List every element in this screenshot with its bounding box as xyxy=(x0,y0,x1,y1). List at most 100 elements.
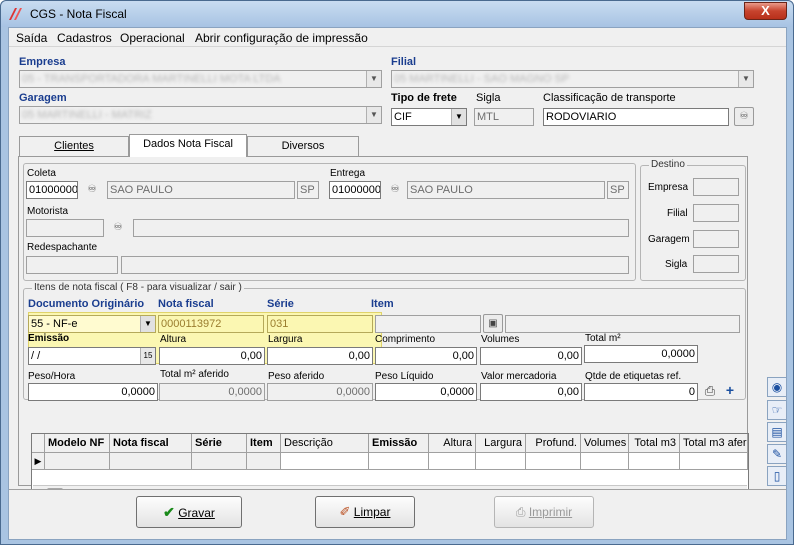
total-m2-aferido-label: Total m² aferido xyxy=(160,369,229,380)
table-cell[interactable] xyxy=(429,453,476,470)
binoculars-icon[interactable]: ♾ xyxy=(734,107,754,126)
tab-diversos[interactable]: Diversos xyxy=(247,136,359,156)
emissao-field[interactable]: / / 15 xyxy=(28,347,156,365)
coleta-city-field: SAO PAULO xyxy=(107,181,295,199)
table-cell[interactable] xyxy=(581,453,629,470)
window-title: CGS - Nota Fiscal xyxy=(30,7,127,21)
comprimento-field[interactable]: 0,00 xyxy=(375,347,477,365)
destino-empresa-label: Empresa xyxy=(648,182,689,193)
motorista-code-field[interactable] xyxy=(26,219,104,237)
serie-label: Série xyxy=(267,298,294,310)
menu-bar: Saída Cadastros Operacional Abrir config… xyxy=(9,28,786,47)
classificacao-field[interactable]: RODOVIARIO xyxy=(543,108,729,126)
menu-saida[interactable]: Saída xyxy=(16,31,47,45)
coleta-code-field[interactable]: 01000000 xyxy=(26,181,78,199)
empresa-select[interactable]: 05 - TRANSPORTADORA MARTINELLI MOTA LTDA… xyxy=(19,70,382,88)
item-description-field xyxy=(505,315,740,333)
menu-abrir-configuracao[interactable]: Abrir configuração de impressão xyxy=(195,31,368,45)
destino-garagem-field xyxy=(693,230,739,248)
title-bar: CGS - Nota Fiscal X xyxy=(1,1,793,27)
table-cell[interactable] xyxy=(526,453,581,470)
binoculars-icon[interactable]: ♾ xyxy=(385,181,405,200)
grid-col-altura[interactable]: Altura xyxy=(429,434,476,453)
peso-liquido-field[interactable]: 0,0000 xyxy=(375,383,477,401)
table-cell[interactable] xyxy=(369,453,429,470)
destino-filial-field xyxy=(693,204,739,222)
grid-col-largura[interactable]: Largura xyxy=(476,434,526,453)
largura-field[interactable]: 0,00 xyxy=(267,347,373,365)
row-pointer-icon: ▶ xyxy=(32,453,45,470)
itens-title: Itens de nota fiscal ( F8 - para visuali… xyxy=(32,282,244,293)
total-m2-aferido-field: 0,0000 xyxy=(159,383,265,401)
qtde-etiquetas-field[interactable]: 0 xyxy=(584,383,698,401)
limpar-button[interactable]: ✐ Limpar xyxy=(315,496,415,528)
globe-search-icon[interactable]: ◉ xyxy=(767,377,787,397)
filial-select[interactable]: 05 MARTINELLI - SAO MAGNO SP ▼ xyxy=(391,70,754,88)
sigla-label: Sigla xyxy=(476,92,501,104)
hand-pointer-icon[interactable]: ☞ xyxy=(767,400,787,420)
documento-originario-select[interactable]: 55 - NF-e ▼ xyxy=(28,315,156,333)
chevron-down-icon: ▼ xyxy=(738,71,753,87)
volumes-field[interactable]: 0,00 xyxy=(480,347,582,365)
garagem-select[interactable]: 05 MARTINELLI - MATRIZ ▼ xyxy=(19,106,382,124)
grid-col-volumes[interactable]: Volumes xyxy=(581,434,629,453)
item-label: Item xyxy=(371,298,394,310)
grid-col-total-m3-aferido[interactable]: Total m3 aferido xyxy=(680,434,748,453)
tipo-frete-select[interactable]: CIF ▼ xyxy=(391,108,467,126)
imprimir-button[interactable]: ⎙ Imprimir xyxy=(494,496,594,528)
tab-dados-nota-fiscal[interactable]: Dados Nota Fiscal xyxy=(129,134,247,157)
printer-icon[interactable]: ⎙ xyxy=(700,382,720,401)
grid-col-profund[interactable]: Profund. xyxy=(526,434,581,453)
serie-field[interactable]: 031 xyxy=(267,315,373,333)
menu-cadastros[interactable]: Cadastros xyxy=(57,31,112,45)
grid-col-total-m3[interactable]: Total m3 xyxy=(629,434,680,453)
binoculars-icon[interactable]: ♾ xyxy=(82,181,102,200)
nota-fiscal-field[interactable]: 0000113972 xyxy=(158,315,264,333)
document-list-icon[interactable]: ▤ xyxy=(767,422,787,442)
broom-icon: ✐ xyxy=(339,504,351,519)
total-m2-field[interactable]: 0,0000 xyxy=(584,345,698,363)
valor-mercadoria-field[interactable]: 0,00 xyxy=(480,383,582,401)
book-icon[interactable]: ▯ xyxy=(767,466,787,486)
qtde-etiquetas-label: Qtde de etiquetas ref. xyxy=(585,371,682,382)
grid-col-nota-fiscal[interactable]: Nota fiscal xyxy=(110,434,192,453)
coleta-uf-field: SP xyxy=(297,181,319,199)
binoculars-icon[interactable]: ♾ xyxy=(108,219,128,238)
redespachante-label: Redespachante xyxy=(27,242,98,253)
table-cell[interactable] xyxy=(281,453,369,470)
classificacao-label: Classificação de transporte xyxy=(543,92,676,104)
motorista-label: Motorista xyxy=(27,206,69,217)
table-cell[interactable] xyxy=(680,453,748,470)
table-cell[interactable] xyxy=(247,453,281,470)
calendar-icon[interactable]: 15 xyxy=(140,348,155,364)
table-cell[interactable] xyxy=(45,453,110,470)
printer-icon: ⎙ xyxy=(515,505,526,519)
gravar-button[interactable]: ✔ Gravar xyxy=(136,496,242,528)
table-cell[interactable] xyxy=(476,453,526,470)
entrega-uf-field: SP xyxy=(607,181,629,199)
chevron-down-icon: ▼ xyxy=(140,316,155,332)
print-preview-icon[interactable]: ▣ xyxy=(483,314,503,333)
tab-clientes[interactable]: Clientes xyxy=(19,136,129,156)
table-cell[interactable] xyxy=(629,453,680,470)
close-button[interactable]: X xyxy=(744,2,787,20)
table-cell[interactable] xyxy=(110,453,192,470)
peso-hora-field[interactable]: 0,0000 xyxy=(28,383,158,401)
documento-originario-label: Documento Originário xyxy=(28,298,145,310)
edit-icon[interactable]: ✎ xyxy=(767,444,787,464)
grid-col-descricao[interactable]: Descrição xyxy=(281,434,369,453)
grid-col-serie[interactable]: Série xyxy=(192,434,247,453)
redespachante-code-field[interactable] xyxy=(26,256,118,274)
grid-col-emissao[interactable]: Emissão xyxy=(369,434,429,453)
table-cell[interactable] xyxy=(192,453,247,470)
chevron-down-icon: ▼ xyxy=(451,109,466,125)
add-icon[interactable]: + xyxy=(720,382,740,401)
grid-col-item[interactable]: Item xyxy=(247,434,281,453)
item-field[interactable] xyxy=(375,315,481,333)
grid-col-modelo-nf[interactable]: Modelo NF xyxy=(45,434,110,453)
menu-operacional[interactable]: Operacional xyxy=(120,31,185,45)
altura-field[interactable]: 0,00 xyxy=(159,347,265,365)
entrega-code-field[interactable]: 01000000 xyxy=(329,181,381,199)
motorista-name-field xyxy=(133,219,629,237)
valor-mercadoria-label: Valor mercadoria xyxy=(481,371,557,382)
